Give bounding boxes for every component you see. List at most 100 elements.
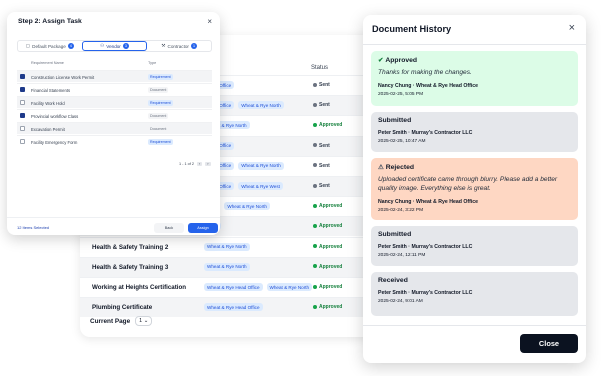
wrench-icon: ⚒ — [161, 43, 166, 48]
assign-button[interactable]: Assign — [188, 223, 218, 233]
next-page-button[interactable]: › — [205, 162, 211, 166]
modal-footer: 12 Items Selected Back Assign — [7, 217, 220, 235]
entry-timestamp: 2025-02-25, 5:05 PM — [378, 92, 424, 97]
history-entry: ⚠ Rejected Uploaded certificate came throu… — [371, 158, 578, 220]
status-label: Approved — [319, 203, 343, 210]
status-label: Sent — [319, 102, 330, 109]
tab-default-package[interactable]: ▢ Default Package 4 — [18, 41, 82, 51]
location-chip: Wheat & Rye Head Office — [204, 283, 263, 291]
list-item[interactable]: Provincial workflow Class Document — [17, 109, 212, 121]
check-icon: ✔ — [378, 57, 384, 64]
location-chip: Wheat & Rye Head Office — [204, 303, 263, 312]
status-label: Sent — [319, 162, 330, 169]
tab-label: Contractor — [167, 43, 189, 49]
history-entry: Submitted Peter Smith · Murray's Contract… — [371, 112, 578, 152]
close-icon[interactable]: × — [207, 17, 212, 26]
entry-status-label: Approved — [385, 57, 418, 64]
requirement-name: Excavation Permit — [31, 126, 65, 132]
type-badge: Document — [148, 112, 169, 119]
location-chip: Wheat & Rye North — [266, 283, 313, 291]
history-entry: Received Peter Smith · Murray's Contracto… — [371, 272, 578, 316]
entry-message: Thanks for making the changes. — [378, 69, 472, 76]
row-checkbox[interactable] — [20, 87, 25, 92]
requirement-name: Health & Safety Training 3 — [92, 263, 169, 271]
table-row[interactable]: Health & Safety Training 3 Wheat & Rye No… — [80, 256, 410, 277]
status-badge: Approved — [313, 264, 342, 270]
location-chip: Wheat & Rye North — [238, 101, 284, 110]
status-badge: Sent — [313, 143, 330, 149]
status-dot-icon — [313, 203, 317, 208]
list-item[interactable]: Construction License Work Permit Requirem… — [17, 70, 212, 82]
row-checkbox[interactable] — [20, 139, 25, 144]
prev-page-button[interactable]: ‹ — [197, 162, 203, 166]
location-chips: Wheat & Rye North — [204, 242, 250, 251]
list-item[interactable]: Facility Emergency Form Requirement — [17, 135, 212, 147]
status-dot-icon — [313, 224, 317, 229]
modal-title: Step 2: Assign Task — [18, 18, 82, 25]
close-button[interactable]: Close — [520, 334, 578, 353]
tab-count-badge: 1 — [190, 43, 197, 49]
tab-count-badge: 4 — [67, 43, 74, 49]
table-row[interactable]: Health & Safety Training 2 Wheat & Rye No… — [80, 236, 410, 257]
location-chip: Wheat & Rye North — [204, 242, 250, 251]
requirement-name: Working at Heights Certification — [92, 284, 187, 291]
entry-status: ✔ Approved — [378, 56, 571, 64]
location-chip: Wheat & Rye West — [238, 182, 283, 190]
location-chip: Wheat & Rye North — [224, 202, 270, 211]
table-row[interactable]: Working at Heights Certification Wheat & … — [80, 277, 410, 297]
tab-label: Vendor — [106, 43, 121, 49]
status-dot-icon — [313, 163, 317, 168]
entry-status-label: Received — [378, 277, 408, 284]
list-item[interactable]: Excavation Permit Document — [17, 122, 212, 134]
status-dot-icon — [313, 183, 317, 188]
divider — [363, 44, 586, 45]
entry-author: Peter Smith · Murray's Contractor LLC — [378, 290, 473, 296]
status-dot-icon — [313, 264, 317, 269]
list-item[interactable]: Facility Work Hold Requirement — [17, 96, 212, 108]
list-item[interactable]: Financial Statements Document — [17, 83, 212, 95]
document-history-panel: Document History × ✔ Approved Thanks for m… — [363, 15, 586, 363]
table-row[interactable]: Plumbing Certificate Wheat & Rye Head Off… — [80, 297, 410, 318]
row-checkbox[interactable] — [20, 126, 25, 131]
requirement-name: Provincial workflow Class — [31, 113, 79, 119]
tab-contractor[interactable]: ⚒ Contractor 1 — [147, 41, 211, 51]
type-badge: Requirement — [148, 138, 173, 145]
back-button[interactable]: Back — [154, 223, 184, 233]
location-chips: Wheat & Rye North — [204, 262, 250, 271]
row-checkbox[interactable] — [20, 100, 25, 105]
status-dot-icon — [313, 102, 317, 107]
close-icon[interactable]: × — [569, 22, 575, 34]
requirement-name: Construction License Work Permit — [31, 74, 95, 80]
row-checkbox[interactable] — [20, 74, 25, 79]
status-badge: Approved — [313, 122, 342, 128]
panel-footer: Close — [363, 325, 586, 363]
selected-count-text: 12 Items Selected — [17, 225, 50, 230]
history-entry: Submitted Peter Smith · Murray's Contract… — [371, 226, 578, 266]
row-checkbox[interactable] — [20, 113, 25, 118]
entry-timestamp: 2025-02-24, 9:01 AM — [378, 299, 423, 304]
history-entry: ✔ Approved Thanks for making the changes. N… — [371, 51, 578, 106]
type-badge: Document — [148, 86, 169, 93]
entry-status: ⚠ Rejected — [378, 163, 571, 171]
current-page-select[interactable]: 1 ⌄ — [135, 316, 153, 326]
requirement-name-header: Requirement Name — [31, 61, 64, 65]
type-badge: Requirement — [148, 73, 173, 80]
status-badge: Approved — [313, 284, 342, 290]
status-badge: Approved — [313, 244, 342, 250]
entry-status: Submitted — [378, 231, 571, 238]
status-dot-icon — [313, 82, 317, 87]
entry-author: Nancy Chung · Wheat & Rye Head Office — [378, 199, 479, 205]
current-page-label: Current Page — [90, 317, 131, 325]
entry-timestamp: 2025-02-24, 12:11 PM — [378, 253, 426, 258]
requirement-name: Plumbing Certificate — [92, 304, 153, 312]
requirement-name: Facility Emergency Form — [31, 139, 78, 145]
status-badge: Sent — [313, 183, 330, 189]
status-column-header: Status — [311, 65, 329, 71]
requirement-name: Facility Work Hold — [31, 100, 65, 106]
entry-status: Received — [378, 277, 571, 284]
entry-author: Peter Smith · Murray's Contractor LLC — [378, 244, 473, 250]
warning-icon: ⚠ — [378, 164, 384, 171]
status-label: Approved — [319, 243, 343, 250]
tab-vendor[interactable]: ⚇ Vendor 3 — [81, 41, 148, 51]
assign-task-modal: Step 2: Assign Task × ▢ Default Package … — [7, 12, 220, 235]
